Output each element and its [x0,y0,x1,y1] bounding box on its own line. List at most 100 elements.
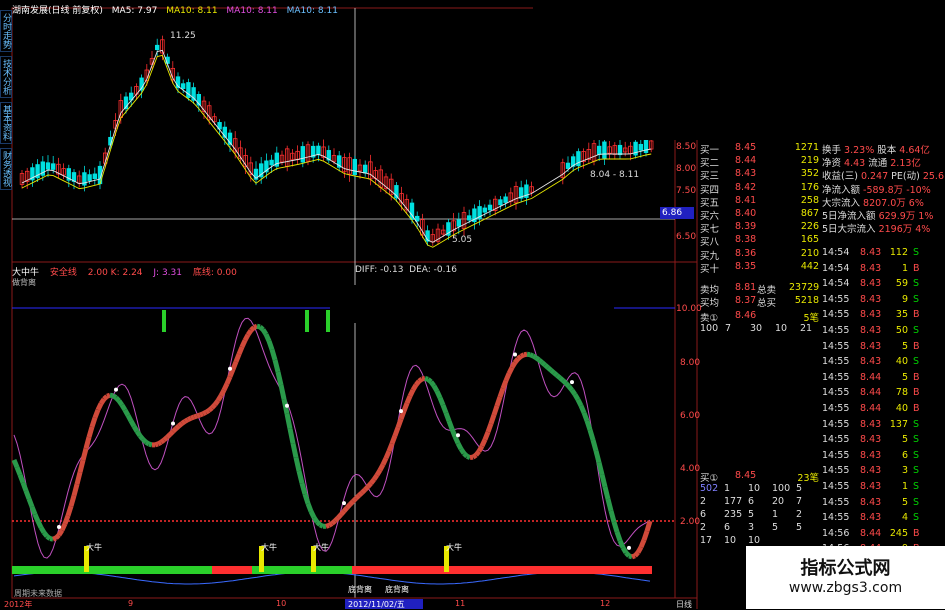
stock-title[interactable]: 湖南发展(日线 前复权) [12,6,103,16]
trend-segment [545,365,548,368]
trend-segment [44,533,47,537]
tick-side: S [913,497,919,508]
tick-time: 14:55 [822,309,849,320]
ma10-value-2: MA10: 8.11 [226,6,277,16]
tick-time: 14:55 [822,481,849,492]
trend-segment [209,408,212,411]
trend-segment [386,451,389,458]
trend-segment [428,379,431,382]
candle-body [155,45,159,49]
stat-row: 5日净流入额 629.9万 1% [822,208,933,221]
candle-body [51,164,55,170]
j-value: J: 3.31 [153,268,182,278]
month-label: 9 [128,599,133,608]
trend-segment [71,496,74,507]
watermark: 指标公式网 www.zbgs3.com [746,546,945,609]
trend-segment [68,506,71,515]
tick-time: 14:55 [822,434,849,445]
trend-segment [224,384,227,390]
trend-segment [227,377,230,384]
signal-dot [114,388,118,392]
trend-segment [338,515,341,518]
candle-body [46,163,50,169]
signal-dot [342,501,346,505]
chart-title-bar: 湖南发展(日线 前复权) MA5: 7.97 MA10: 8.11 MA10: … [12,3,532,17]
trend-segment [293,443,296,457]
order-price: 8.41 [735,195,756,206]
signal-dot [456,433,460,437]
tab-profile[interactable]: 基本资料 [0,102,12,144]
trend-segment [644,531,647,540]
oscillator-trend-line [14,326,650,557]
trend-segment [41,527,44,532]
trend-segment [104,396,107,399]
tab-technical[interactable]: 技术分析 [0,56,12,98]
candle-body [457,220,461,226]
trend-segment [170,431,173,434]
trend-segment [113,396,116,398]
trend-segment [56,535,59,538]
trend-segment [359,493,362,496]
trend-segment [518,356,521,359]
trend-segment [374,475,377,479]
trend-segment [50,539,53,540]
stat-row: 5日大宗流入 2196万 4% [822,221,930,234]
candle-body [483,208,487,212]
average-value: 8.81 [735,282,756,293]
trend-segment [581,406,584,413]
trend-segment [188,418,191,419]
trend-segment [137,431,140,435]
trend-segment [344,508,347,511]
trend-segment [20,475,23,483]
candle-body [317,146,321,155]
trend-segment [509,367,512,373]
candle-body [301,146,305,162]
cursor-date: 2012/11/02/五 [348,599,405,610]
tick-time: 14:55 [822,450,849,461]
bottom-divergence-label: 底背离 [348,584,372,595]
queue-label: 卖① [700,310,718,324]
queue-item: 5 [772,522,778,533]
trend-segment [410,390,413,396]
trend-segment [434,386,437,391]
tick-volume: 245 [888,528,908,539]
candle-body [504,197,508,203]
trend-segment [365,487,368,490]
tick-volume: 4 [888,512,908,523]
trend-segment [638,547,641,552]
tick-price: 8.43 [860,294,881,305]
trend-segment [629,556,632,557]
tick-price: 8.43 [860,278,881,289]
trend-segment [173,429,176,432]
trend-segment [347,504,350,507]
trend-segment [413,385,416,390]
period-label[interactable]: 日线 [676,599,692,610]
stat-row: 换手 3.23% 股本 4.64亿 [822,142,930,155]
tab-finance[interactable]: 财务透视 [0,148,12,190]
queue-item: 3 [748,522,754,533]
trend-segment [107,395,110,396]
trend-segment [260,327,263,330]
queue-item: 1 [772,509,778,520]
candle-body [566,163,570,168]
trend-segment [602,475,605,487]
trend-segment [119,401,122,405]
tick-time: 14:55 [822,372,849,383]
low-price-label: 5.05 [452,235,472,245]
tick-side: B [913,528,920,539]
trend-segment [575,394,578,399]
trend-segment [116,398,119,401]
tick-volume: 50 [888,325,908,336]
order-level-label: 买九 [700,248,719,262]
trend-segment [287,414,290,429]
trend-segment [176,426,179,429]
tab-intraday[interactable]: 分时走势 [0,10,12,52]
tick-time: 14:55 [822,341,849,352]
trend-segment [206,410,209,412]
queue-item: 100 [700,323,718,334]
trend-segment [77,472,80,484]
trend-segment [431,382,434,386]
trend-segment [647,521,650,531]
trend-segment [554,373,557,376]
order-price: 8.38 [735,234,756,245]
